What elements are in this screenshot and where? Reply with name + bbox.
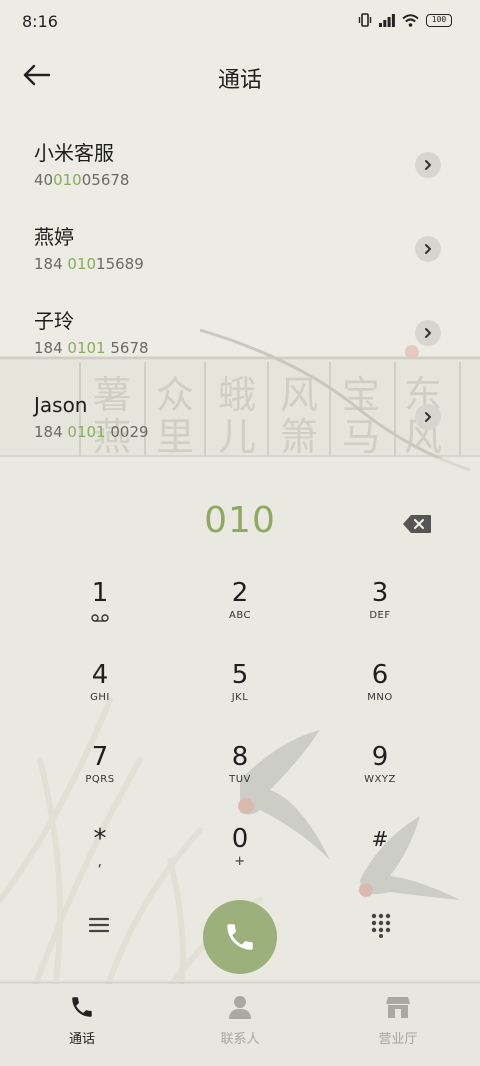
- backspace-button[interactable]: [402, 514, 432, 534]
- contact-name: 子玲: [34, 309, 74, 333]
- status-icons: 100: [358, 13, 452, 27]
- menu-icon: [88, 917, 110, 933]
- contact-row[interactable]: 燕婷 184 01015689: [0, 206, 480, 290]
- contact-row[interactable]: 子玲 184 0101 5678: [0, 290, 480, 374]
- contact-row[interactable]: Jason 184 0101 0029: [0, 374, 480, 458]
- nav-label: 联系人: [220, 1032, 260, 1047]
- key-1[interactable]: 1: [40, 578, 160, 646]
- page-title: 通话: [217, 68, 262, 93]
- nav-tab-store[interactable]: 营业厅: [348, 994, 448, 1047]
- key-3[interactable]: 3 DEF: [320, 578, 440, 646]
- match-highlight: 010: [53, 171, 82, 189]
- chevron-right-icon: [425, 412, 431, 422]
- nav-tab-contacts[interactable]: 联系人: [190, 994, 290, 1047]
- match-highlight: 0101: [67, 339, 106, 357]
- header: 通话: [0, 50, 480, 100]
- key-2[interactable]: 2 ABC: [180, 578, 300, 646]
- keypad-toggle-button[interactable]: [369, 912, 393, 938]
- key-4[interactable]: 4 GHI: [40, 660, 160, 728]
- contact-row[interactable]: 小米客服 4001005678: [0, 122, 480, 206]
- key-5[interactable]: 5 JKL: [180, 660, 300, 728]
- voicemail-icon: [91, 614, 109, 622]
- bottom-nav: 通话 联系人 营业厅: [0, 984, 480, 1066]
- contact-detail-button[interactable]: [415, 320, 441, 346]
- key-6[interactable]: 6 MNO: [320, 660, 440, 728]
- status-bar: 8:16 100: [0, 0, 480, 44]
- person-icon: [229, 996, 251, 1019]
- chevron-right-icon: [425, 328, 431, 338]
- contact-name: 燕婷: [34, 225, 74, 249]
- vibrate-icon: [358, 13, 372, 27]
- contact-name: Jason: [34, 393, 88, 417]
- store-icon: [386, 997, 410, 1018]
- key-7[interactable]: 7 PQRS: [40, 742, 160, 810]
- chevron-right-icon: [425, 244, 431, 254]
- key-0[interactable]: 0 +: [180, 824, 300, 892]
- menu-button[interactable]: [86, 912, 112, 938]
- key-8[interactable]: 8 TUV: [180, 742, 300, 810]
- key-star[interactable]: * ,: [40, 824, 160, 892]
- contact-number: 184 0101 0029: [34, 423, 149, 441]
- contact-name: 小米客服: [34, 141, 114, 165]
- status-time: 8:16: [22, 12, 58, 31]
- wifi-icon: [402, 13, 419, 27]
- contact-detail-button[interactable]: [415, 236, 441, 262]
- contact-detail-button[interactable]: [415, 152, 441, 178]
- phone-icon: [227, 924, 253, 950]
- call-button[interactable]: [203, 900, 277, 974]
- nav-label: 营业厅: [378, 1032, 418, 1047]
- contact-number: 184 0101 5678: [34, 339, 149, 357]
- contact-number: 4001005678: [34, 171, 130, 189]
- nav-tab-calls[interactable]: 通话: [32, 994, 132, 1047]
- phone-icon: [72, 997, 92, 1017]
- battery-icon: 100: [426, 13, 452, 27]
- chevron-right-icon: [425, 160, 431, 170]
- nav-label: 通话: [68, 1032, 95, 1047]
- signal-icon: [379, 13, 395, 27]
- dialpad-icon: [371, 913, 391, 938]
- match-highlight: 0101: [67, 423, 106, 441]
- backspace-icon: [403, 515, 431, 533]
- key-hash[interactable]: #: [320, 824, 440, 892]
- contact-list: 小米客服 4001005678 燕婷 184 01015689 子玲 184 0…: [0, 122, 480, 458]
- key-9[interactable]: 9 WXYZ: [320, 742, 440, 810]
- contact-detail-button[interactable]: [415, 404, 441, 430]
- contact-number: 184 01015689: [34, 255, 144, 273]
- match-highlight: 010: [67, 255, 97, 273]
